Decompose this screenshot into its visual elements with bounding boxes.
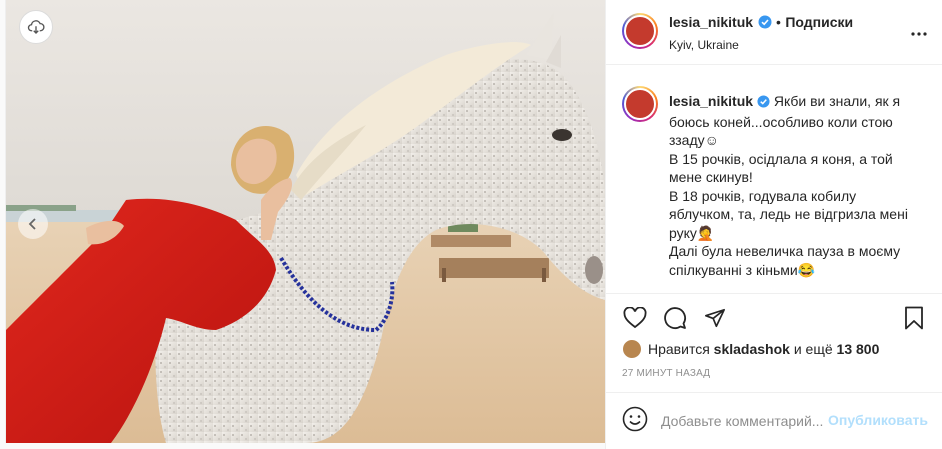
photo-scene — [6, 0, 605, 443]
caption-line: яблучком, та, ледь не відгризла мені — [669, 206, 908, 222]
emoji-smile-icon[interactable] — [622, 406, 648, 437]
caption-line: спілкуванні з кіньми😂 — [669, 261, 816, 278]
likes-middle: и ещё — [793, 341, 833, 357]
heart-icon[interactable] — [622, 305, 648, 331]
likes-count[interactable]: 13 800 — [837, 341, 880, 357]
comment-input[interactable] — [661, 413, 826, 429]
likes-summary: Нравится skladashok и ещё 13 800 — [622, 339, 879, 359]
post-caption: lesia_nikituk Якби ви знали, як я боюсь … — [622, 80, 927, 293]
author-username[interactable]: lesia_nikituk — [669, 14, 753, 30]
caption-line: руку🤦 — [669, 224, 715, 241]
caption-line: боюсь коней...особливо коли стою — [669, 113, 893, 130]
caption-line: Далі була невеличка пауза в моєму — [669, 243, 901, 259]
photo-frame-bottom — [0, 443, 606, 449]
header-separator: • — [775, 14, 781, 30]
liker-username[interactable]: skladashok — [714, 341, 790, 357]
author-avatar[interactable] — [622, 13, 658, 49]
post-side-panel: lesia_nikituk • Подписки Kyiv, Ukraine l… — [605, 0, 942, 449]
publish-button[interactable]: Опубликовать — [828, 412, 928, 428]
comment-box: Опубликовать — [606, 392, 942, 449]
chevron-left-icon[interactable] — [18, 209, 48, 239]
caption-username[interactable]: lesia_nikituk — [669, 93, 753, 109]
post-header: lesia_nikituk • Подписки Kyiv, Ukraine — [606, 0, 942, 65]
post-location[interactable]: Kyiv, Ukraine — [669, 38, 739, 52]
following-button[interactable]: Подписки — [785, 14, 853, 30]
caption-line: Якби ви знали, як я — [773, 93, 901, 109]
verified-badge-icon — [758, 15, 772, 34]
caption-line: В 18 рочків, годувала кобилу — [669, 187, 857, 204]
photo-frame-left — [0, 0, 6, 449]
cloud-download-icon[interactable] — [19, 10, 53, 44]
post-timestamp[interactable]: 27 МИНУТ НАЗАД — [622, 368, 710, 379]
likes-prefix: Нравится — [648, 341, 710, 357]
ellipsis-icon[interactable] — [911, 23, 927, 41]
caption-avatar[interactable] — [622, 86, 658, 122]
liker-avatar[interactable] — [622, 339, 642, 359]
post-photo[interactable] — [6, 0, 605, 443]
author-line: lesia_nikituk • Подписки — [669, 14, 853, 34]
caption-line: мене скинув! — [669, 169, 753, 185]
caption-text: lesia_nikituk Якби ви знали, як я боюсь … — [669, 92, 919, 279]
caption-line: В 15 рочків, осідлала я коня, а той — [669, 150, 893, 167]
post-actions — [606, 293, 942, 339]
comment-bubble-icon[interactable] — [662, 305, 688, 331]
verified-badge-icon — [757, 94, 770, 113]
paper-plane-icon[interactable] — [702, 305, 728, 331]
bookmark-icon[interactable] — [901, 305, 927, 331]
caption-line: ззаду☺ — [669, 132, 719, 148]
